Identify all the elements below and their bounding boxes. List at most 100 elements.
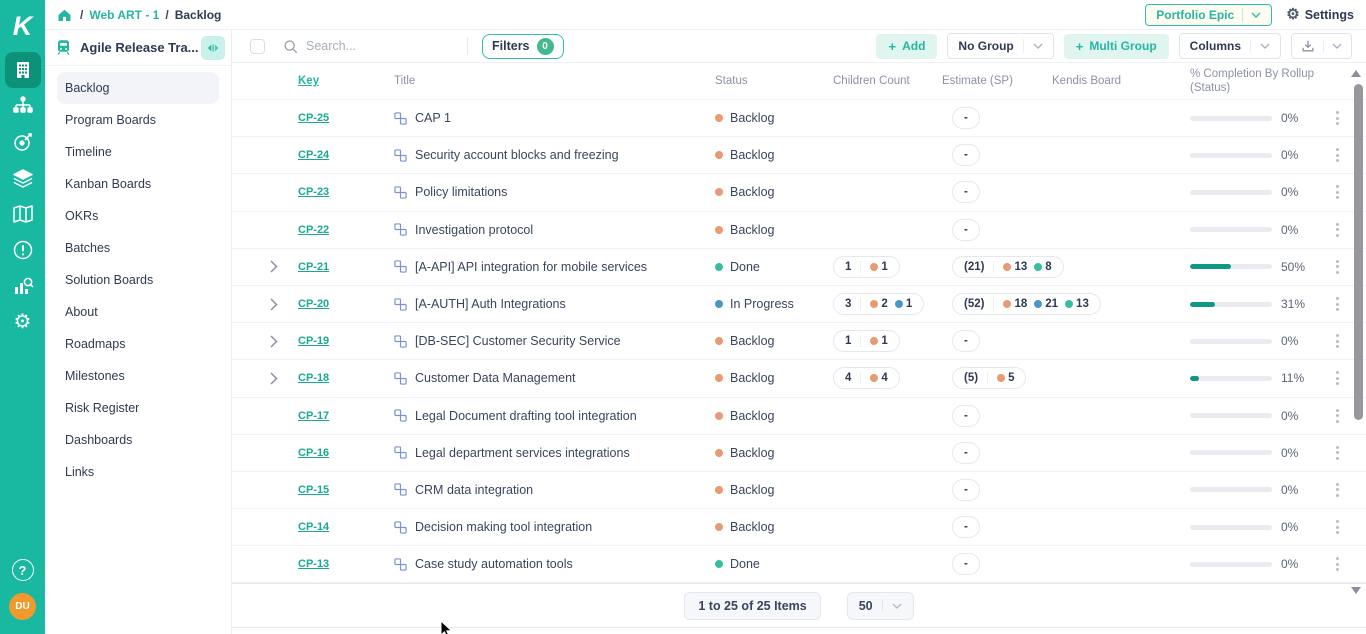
- estimate-chip[interactable]: -: [952, 144, 980, 166]
- row-menu-button[interactable]: [1332, 367, 1343, 389]
- estimate-chip[interactable]: -: [952, 553, 980, 575]
- table-row[interactable]: CP-22 Investigation protocol Backlog - 0…: [232, 212, 1366, 249]
- expand-chevron-icon[interactable]: [270, 335, 278, 348]
- row-menu-button[interactable]: [1332, 144, 1343, 166]
- estimate-chip[interactable]: (21)138: [952, 256, 1064, 278]
- add-button[interactable]: + Add: [876, 34, 937, 59]
- table-row[interactable]: CP-18 Customer Data Management Backlog 4…: [232, 360, 1366, 397]
- row-menu-button[interactable]: [1332, 553, 1343, 575]
- key-link[interactable]: CP-25: [298, 112, 329, 124]
- sidebar-item-roadmaps[interactable]: Roadmaps: [57, 328, 219, 360]
- row-menu-button[interactable]: [1332, 330, 1343, 352]
- sidebar-item-okrs[interactable]: OKRs: [57, 200, 219, 232]
- home-icon[interactable]: [57, 8, 72, 22]
- key-link[interactable]: CP-13: [298, 558, 329, 570]
- key-link[interactable]: CP-15: [298, 484, 329, 496]
- row-menu-button[interactable]: [1332, 479, 1343, 501]
- table-row[interactable]: CP-21 [A-API] API integration for mobile…: [232, 249, 1366, 286]
- filters-button[interactable]: Filters 0: [482, 34, 564, 59]
- table-row[interactable]: CP-25 CAP 1 Backlog - 0%: [232, 100, 1366, 137]
- risk-alert-icon[interactable]: [6, 233, 40, 267]
- settings-gear-icon[interactable]: ⚙: [6, 305, 40, 339]
- children-count-chip[interactable]: 11: [833, 330, 900, 352]
- sidebar-item-links[interactable]: Links: [57, 456, 219, 488]
- sidebar-item-kanban-boards[interactable]: Kanban Boards: [57, 168, 219, 200]
- collapse-sidebar-button[interactable]: [201, 36, 225, 60]
- key-link[interactable]: CP-14: [298, 521, 329, 533]
- scrollbar-thumb[interactable]: [1354, 84, 1363, 420]
- table-row[interactable]: CP-17 Legal Document drafting tool integ…: [232, 398, 1366, 435]
- program-structure-icon[interactable]: [6, 89, 40, 123]
- estimate-chip[interactable]: -: [952, 516, 980, 538]
- table-row[interactable]: CP-23 Policy limitations Backlog - 0%: [232, 174, 1366, 211]
- search-input[interactable]: [306, 39, 446, 53]
- backlog-boards-icon[interactable]: [5, 52, 41, 88]
- key-link[interactable]: CP-17: [298, 410, 329, 422]
- row-menu-button[interactable]: [1332, 107, 1343, 129]
- row-menu-button[interactable]: [1332, 442, 1343, 464]
- export-split-button[interactable]: [1291, 33, 1352, 59]
- portfolio-epic-dropdown[interactable]: Portfolio Epic: [1145, 4, 1272, 26]
- sidebar-item-backlog[interactable]: Backlog: [57, 72, 219, 104]
- estimate-chip[interactable]: -: [952, 442, 980, 464]
- batches-layers-icon[interactable]: [6, 161, 40, 195]
- sidebar-item-about[interactable]: About: [57, 296, 219, 328]
- sidebar-item-batches[interactable]: Batches: [57, 232, 219, 264]
- table-row[interactable]: CP-16 Legal department services integrat…: [232, 435, 1366, 472]
- estimate-chip[interactable]: -: [952, 181, 980, 203]
- sidebar-item-milestones[interactable]: Milestones: [57, 360, 219, 392]
- estimate-chip[interactable]: -: [952, 479, 980, 501]
- scrollbar-up-arrow[interactable]: [1351, 70, 1361, 77]
- breadcrumb-project[interactable]: Web ART - 1: [89, 8, 159, 22]
- table-row[interactable]: CP-14 Decision making tool integration B…: [232, 509, 1366, 546]
- key-link[interactable]: CP-18: [298, 372, 329, 384]
- key-link[interactable]: CP-20: [298, 298, 329, 310]
- settings-button[interactable]: ⚙ Settings: [1286, 7, 1354, 22]
- children-count-chip[interactable]: 321: [833, 293, 924, 315]
- key-link[interactable]: CP-21: [298, 261, 329, 273]
- estimate-chip[interactable]: -: [952, 330, 980, 352]
- help-icon[interactable]: ?: [12, 559, 34, 581]
- expand-chevron-icon[interactable]: [270, 260, 278, 273]
- columns-dropdown[interactable]: Columns: [1179, 33, 1281, 59]
- key-link[interactable]: CP-23: [298, 186, 329, 198]
- column-header-key[interactable]: Key: [298, 75, 319, 87]
- estimate-chip[interactable]: (52)182113: [952, 293, 1101, 315]
- estimate-chip[interactable]: -: [952, 219, 980, 241]
- expand-chevron-icon[interactable]: [270, 372, 278, 385]
- key-link[interactable]: CP-22: [298, 224, 329, 236]
- sidebar-item-dashboards[interactable]: Dashboards: [57, 424, 219, 456]
- estimate-chip[interactable]: (5)5: [952, 367, 1026, 389]
- roadmap-map-icon[interactable]: [6, 197, 40, 231]
- estimate-chip[interactable]: -: [952, 405, 980, 427]
- row-menu-button[interactable]: [1332, 181, 1343, 203]
- user-avatar[interactable]: DU: [9, 593, 36, 620]
- children-count-chip[interactable]: 11: [833, 256, 900, 278]
- table-row[interactable]: CP-24 Security account blocks and freezi…: [232, 137, 1366, 174]
- row-menu-button[interactable]: [1332, 516, 1343, 538]
- select-all-checkbox[interactable]: [250, 39, 265, 54]
- table-row[interactable]: CP-15 CRM data integration Backlog - 0%: [232, 472, 1366, 509]
- key-link[interactable]: CP-19: [298, 335, 329, 347]
- group-dropdown[interactable]: No Group: [947, 33, 1053, 59]
- children-count-chip[interactable]: 44: [833, 367, 900, 389]
- estimate-chip[interactable]: -: [952, 107, 980, 129]
- dashboards-chart-icon[interactable]: [6, 269, 40, 303]
- row-menu-button[interactable]: [1332, 405, 1343, 427]
- row-menu-button[interactable]: [1332, 256, 1343, 278]
- sidebar-item-risk-register[interactable]: Risk Register: [57, 392, 219, 424]
- kendis-logo[interactable]: K: [0, 0, 45, 52]
- sidebar-item-timeline[interactable]: Timeline: [57, 136, 219, 168]
- sidebar-item-program-boards[interactable]: Program Boards: [57, 104, 219, 136]
- sidebar-item-solution-boards[interactable]: Solution Boards: [57, 264, 219, 296]
- key-link[interactable]: CP-24: [298, 149, 329, 161]
- page-size-dropdown[interactable]: 50: [847, 592, 914, 620]
- scrollbar-down-arrow[interactable]: [1351, 587, 1361, 594]
- row-menu-button[interactable]: [1332, 219, 1343, 241]
- okr-target-icon[interactable]: [6, 125, 40, 159]
- table-row[interactable]: CP-13 Case study automation tools Done -…: [232, 546, 1366, 583]
- expand-chevron-icon[interactable]: [270, 298, 278, 311]
- row-menu-button[interactable]: [1332, 293, 1343, 315]
- key-link[interactable]: CP-16: [298, 447, 329, 459]
- multi-group-button[interactable]: + Multi Group: [1064, 34, 1169, 59]
